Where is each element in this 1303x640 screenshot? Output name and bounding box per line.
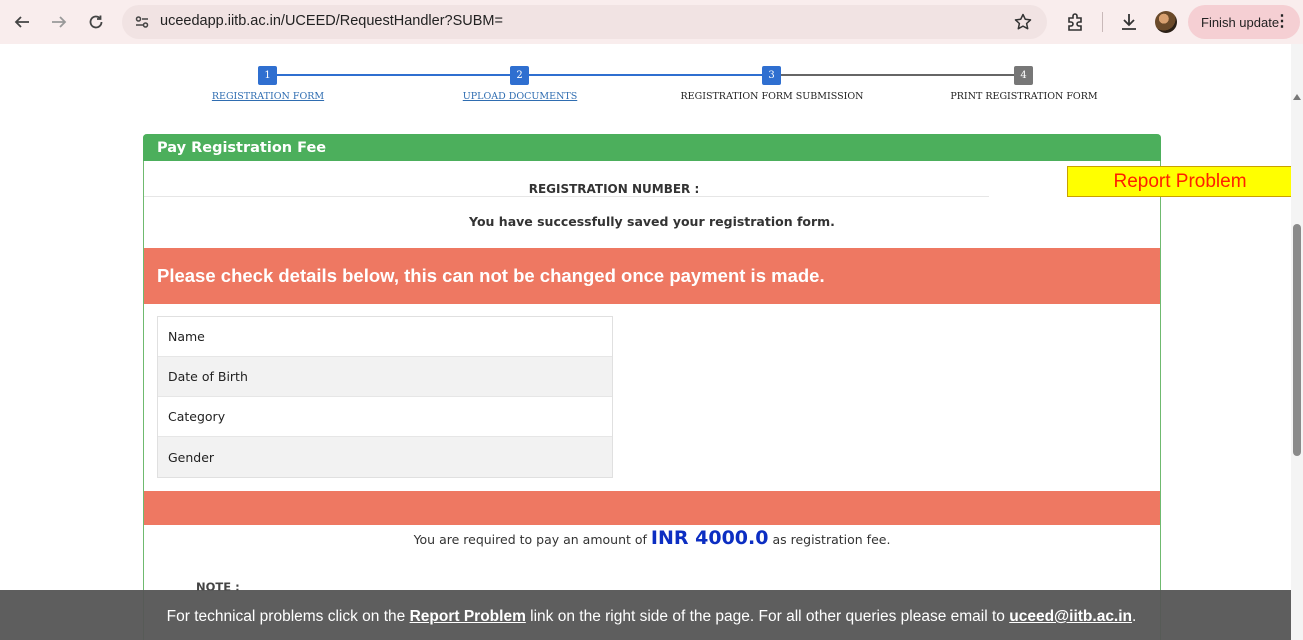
table-row: Category: [158, 397, 612, 437]
warning-banner: Please check details below, this can not…: [144, 248, 1160, 304]
detail-label-dob: Date of Birth: [168, 369, 248, 384]
step-print-registration-label: PRINT REGISTRATION FORM: [950, 91, 1098, 102]
panel-title: Pay Registration Fee: [157, 140, 327, 156]
profile-avatar[interactable]: [1155, 11, 1177, 33]
forward-arrow-icon[interactable]: [47, 10, 71, 34]
back-arrow-icon[interactable]: [10, 10, 34, 34]
more-menu-icon[interactable]: ⋮: [1274, 14, 1290, 30]
payment-amount: INR 4000.0: [650, 527, 769, 549]
stepper-line-pending: [771, 74, 1023, 76]
report-problem-button[interactable]: Report Problem: [1067, 166, 1293, 197]
extensions-icon[interactable]: [1064, 11, 1086, 33]
table-row: Gender: [158, 437, 612, 477]
footer-text: For technical problems click on the Repo…: [0, 608, 1303, 626]
page-viewport: 1 2 3 4 REGISTRATION FORM UPLOAD DOCUMEN…: [0, 44, 1303, 640]
details-table: Name Date of Birth Category Gender: [157, 316, 613, 478]
step-upload-documents-link[interactable]: UPLOAD DOCUMENTS: [463, 91, 578, 102]
footer-text-3: .: [1132, 608, 1137, 625]
toolbar-divider: [1102, 12, 1103, 32]
payment-prefix: You are required to pay an amount of: [413, 532, 647, 547]
panel-header: Pay Registration Fee: [143, 134, 1161, 161]
footer-report-problem-link[interactable]: Report Problem: [410, 608, 526, 625]
reload-icon[interactable]: [84, 10, 108, 34]
scroll-up-arrow-icon[interactable]: [1293, 94, 1301, 100]
url-text[interactable]: uceedapp.iitb.ac.in/UCEED/RequestHandler…: [160, 13, 503, 29]
step-registration-form-link[interactable]: REGISTRATION FORM: [212, 91, 324, 102]
scrollbar-thumb[interactable]: [1293, 224, 1301, 456]
amount-banner: [144, 491, 1160, 525]
detail-label-name: Name: [168, 329, 205, 344]
registration-number-label: REGISTRATION NUMBER :: [528, 182, 700, 196]
table-row: Name: [158, 317, 612, 357]
browser-toolbar: uceedapp.iitb.ac.in/UCEED/RequestHandler…: [0, 0, 1303, 44]
footer-text-2: link on the right side of the page. For …: [530, 608, 1005, 625]
step-4-number: 4: [1014, 66, 1033, 85]
payment-suffix: as registration fee.: [772, 532, 891, 547]
finish-update-button[interactable]: Finish update ⋮: [1188, 5, 1300, 39]
warning-text: Please check details below, this can not…: [157, 265, 825, 286]
finish-update-label: Finish update: [1201, 14, 1280, 30]
help-footer-bar: For technical problems click on the Repo…: [0, 590, 1291, 640]
detail-label-category: Category: [168, 409, 226, 424]
footer-email-link[interactable]: uceed@iitb.ac.in: [1009, 608, 1132, 625]
payment-statement: You are required to pay an amount of INR…: [144, 527, 1160, 549]
detail-label-gender: Gender: [168, 449, 215, 465]
footer-text-1: For technical problems click on the: [166, 608, 406, 625]
step-2-number: 2: [510, 66, 529, 85]
bookmark-star-icon[interactable]: [1013, 12, 1033, 32]
pay-fee-panel: Pay Registration Fee REGISTRATION NUMBER…: [143, 134, 1161, 640]
registration-stepper: 1 2 3 4 REGISTRATION FORM UPLOAD DOCUMEN…: [0, 44, 1290, 114]
table-row: Date of Birth: [158, 357, 612, 397]
download-icon[interactable]: [1118, 11, 1140, 33]
step-3-number: 3: [762, 66, 781, 85]
address-bar[interactable]: uceedapp.iitb.ac.in/UCEED/RequestHandler…: [122, 5, 1047, 39]
saved-message: You have successfully saved your registr…: [469, 214, 835, 229]
step-1-number: 1: [258, 66, 277, 85]
step-registration-submission-label: REGISTRATION FORM SUBMISSION: [680, 91, 864, 102]
site-settings-icon[interactable]: [134, 14, 150, 30]
